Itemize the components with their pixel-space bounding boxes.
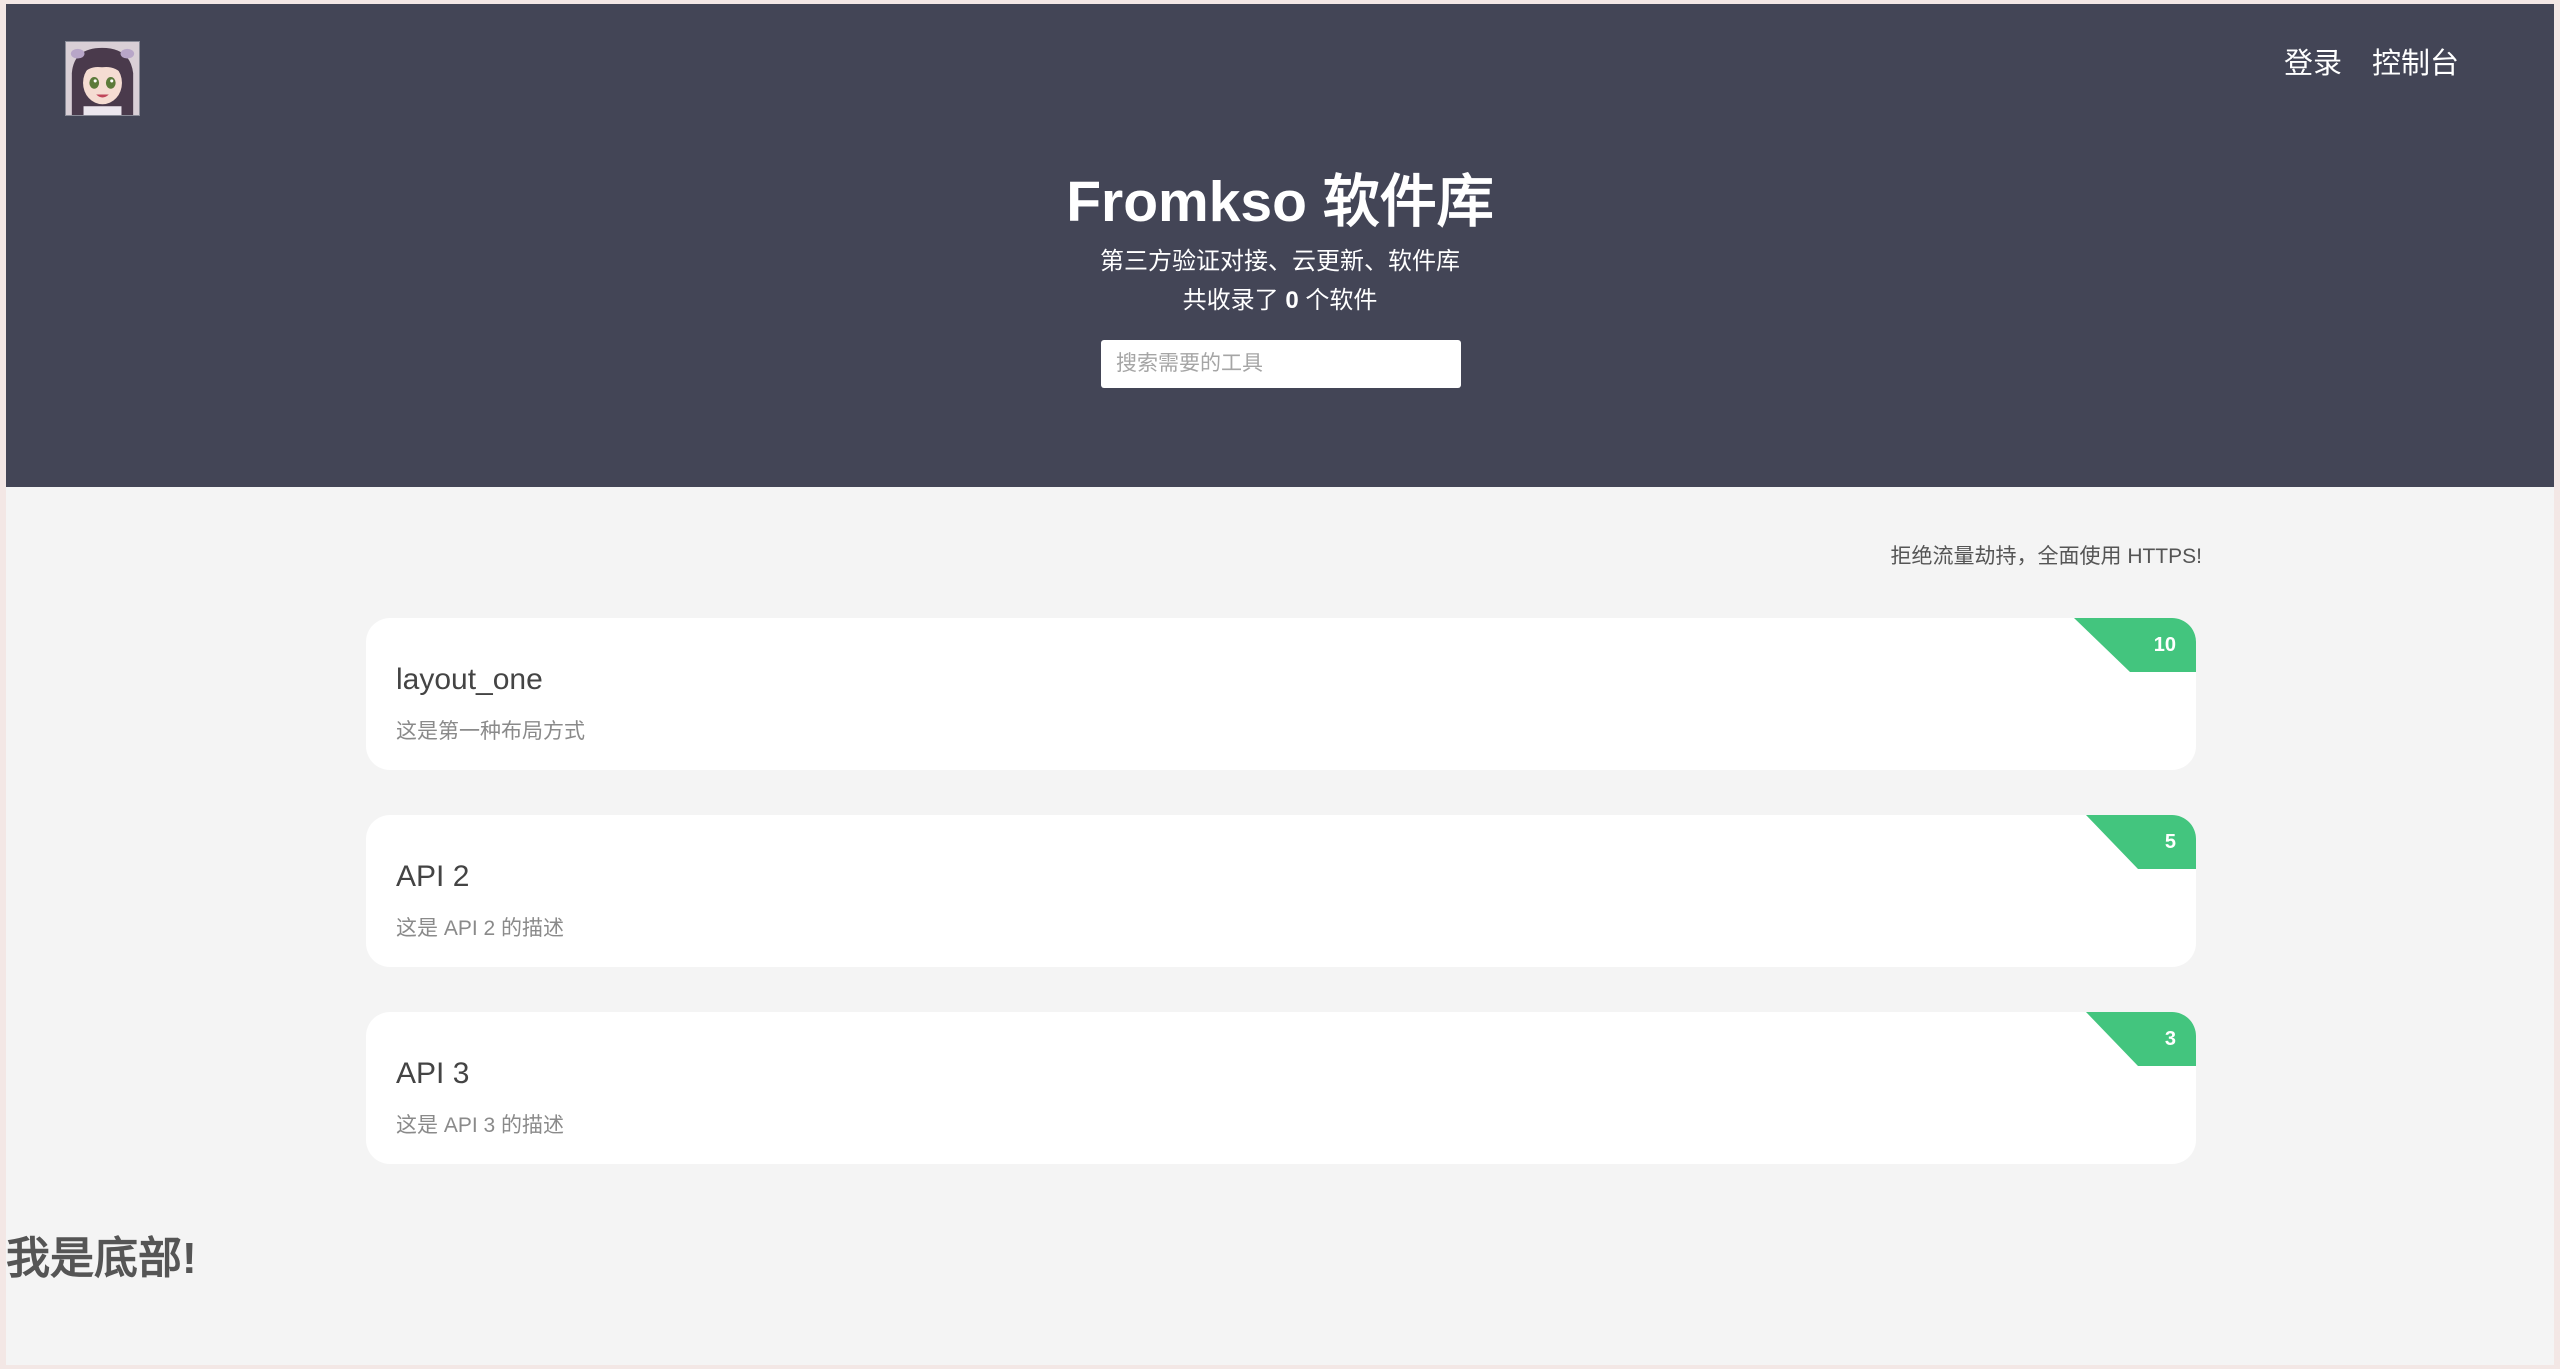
card-title: API 3 xyxy=(396,1057,470,1090)
software-count: 共收录了 0 个软件 xyxy=(6,283,2554,319)
count-prefix: 共收录了 xyxy=(1182,287,1279,314)
card-description: 这是 API 2 的描述 xyxy=(396,917,565,940)
https-notice: 拒绝流量劫持，全面使用 HTTPS! xyxy=(1890,545,2202,568)
hero-header: 登录 控制台 Fromkso 软件库 第三方验证对接、云更新、软件库 共收录了 … xyxy=(6,4,2554,487)
card-description: 这是第一种布局方式 xyxy=(396,720,585,743)
count-badge: 10 xyxy=(2074,618,2196,672)
card-description: 这是 API 3 的描述 xyxy=(396,1114,565,1137)
login-link[interactable]: 登录 xyxy=(2284,44,2342,84)
site-title: Fromkso 软件库 xyxy=(1066,170,1494,234)
avatar-image xyxy=(66,42,139,115)
software-card-api-3[interactable]: API 3 这是 API 3 的描述 3 xyxy=(366,1012,2196,1164)
console-link[interactable]: 控制台 xyxy=(2372,44,2459,84)
software-card-api-2[interactable]: API 2 这是 API 2 的描述 5 xyxy=(366,815,2196,967)
page-footer: 我是底部! xyxy=(6,1234,197,1283)
search-input[interactable] xyxy=(1101,340,1461,388)
browser-viewport: 登录 控制台 Fromkso 软件库 第三方验证对接、云更新、软件库 共收录了 … xyxy=(6,4,2554,1365)
top-nav: 登录 控制台 xyxy=(2284,44,2459,84)
count-badge: 3 xyxy=(2086,1012,2196,1066)
software-card-layout-one[interactable]: layout_one 这是第一种布局方式 10 xyxy=(366,618,2196,770)
card-title: layout_one xyxy=(396,663,543,696)
avatar[interactable] xyxy=(65,41,140,116)
site-subtitle: 第三方验证对接、云更新、软件库 xyxy=(1100,248,1460,275)
count-suffix: 个软件 xyxy=(1305,287,1378,314)
card-title: API 2 xyxy=(396,860,470,893)
count-value: 0 xyxy=(1285,287,1299,314)
count-badge: 5 xyxy=(2086,815,2196,869)
